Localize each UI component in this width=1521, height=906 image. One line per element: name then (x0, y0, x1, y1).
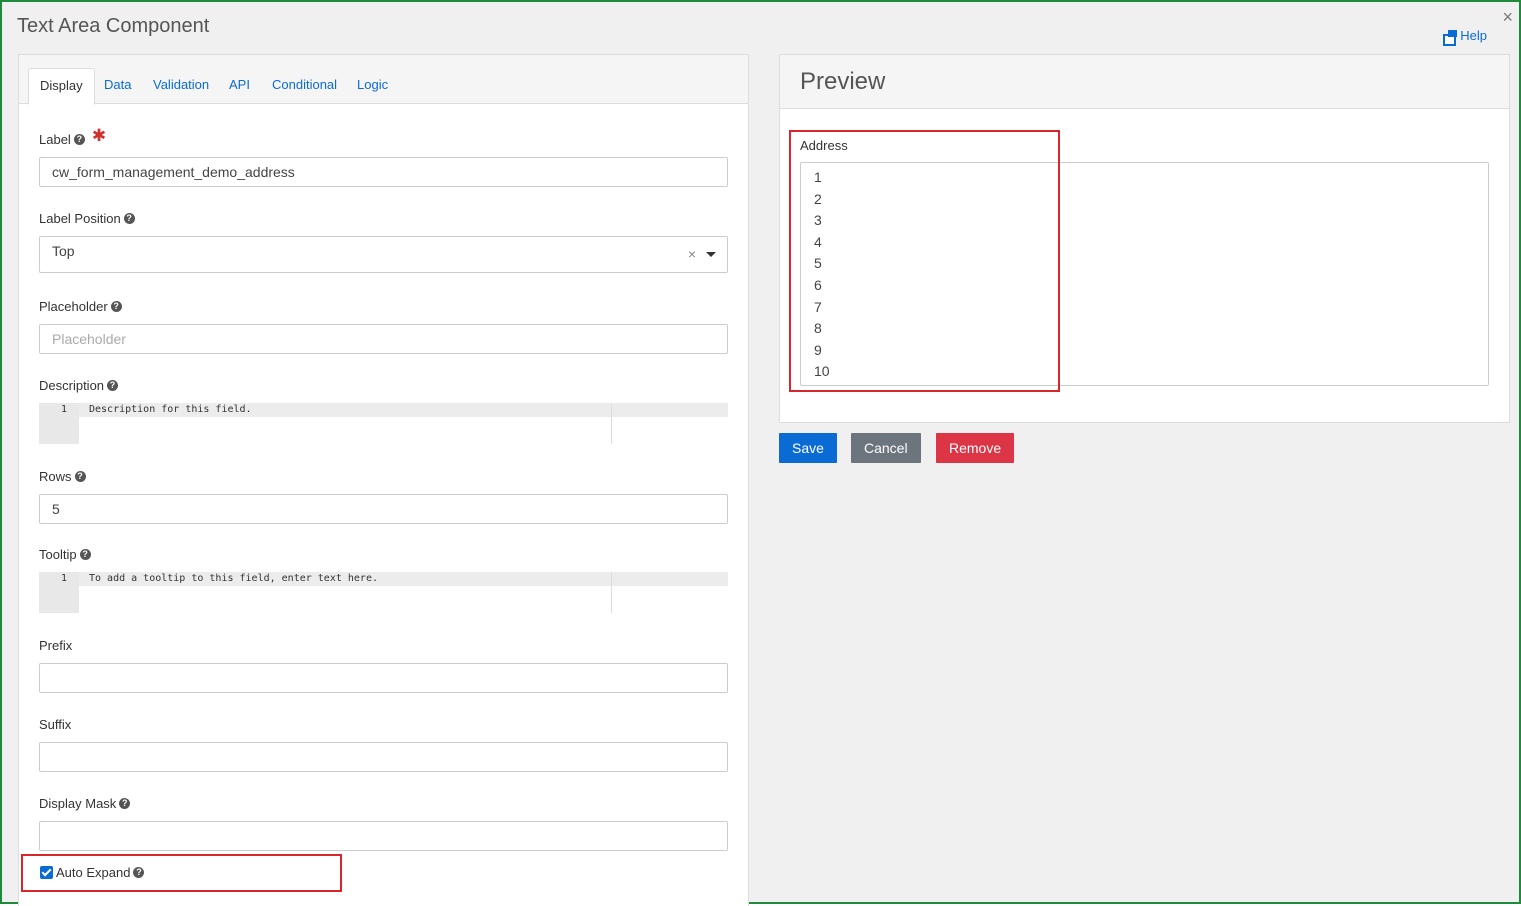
textarea-line: 6 (814, 277, 822, 293)
description-field-label: Description ? (39, 378, 119, 393)
tab-bar: Display Data Validation API Conditional … (19, 55, 748, 105)
display-mask-input[interactable] (39, 821, 728, 851)
external-window-icon (1443, 29, 1458, 46)
address-textarea[interactable]: 1 2 3 4 5 6 7 8 9 10 (800, 162, 1489, 386)
dialog-title: Text Area Component (17, 15, 210, 37)
print-margin (611, 403, 612, 444)
dialog-frame: Text Area Component × Help Display Data … (0, 0, 1521, 906)
textarea-line: 1 (814, 169, 822, 185)
suffix-input[interactable] (39, 742, 728, 772)
auto-expand-label[interactable]: Auto Expand (56, 865, 130, 880)
prefix-input[interactable] (39, 663, 728, 693)
rows-input-value: 5 (52, 501, 60, 517)
tab-data[interactable]: Data (93, 68, 142, 104)
label-position-label-text: Label Position (39, 211, 121, 226)
placeholder-input-placeholder: Placeholder (52, 331, 126, 347)
question-circle-icon[interactable]: ? (73, 133, 85, 145)
question-circle-icon[interactable]: ? (133, 867, 145, 878)
description-editor[interactable]: 1 Description for this field. (39, 403, 728, 444)
preview-title: Preview (800, 68, 886, 95)
caret-down-icon[interactable] (706, 252, 716, 257)
suffix-label-text: Suffix (39, 717, 72, 732)
auto-expand-checkbox[interactable] (40, 866, 53, 879)
required-icon: ✱ (91, 126, 107, 145)
prefix-label-text: Prefix (39, 638, 73, 653)
display-mask-label-text: Display Mask (39, 796, 117, 811)
tooltip-field-label: Tooltip ? (39, 547, 91, 562)
textarea-line: 9 (814, 342, 822, 358)
label-input-value: cw_form_management_demo_address (52, 164, 295, 180)
tab-validation[interactable]: Validation (142, 68, 220, 104)
question-circle-icon[interactable]: ? (119, 798, 131, 809)
textarea-line: 7 (814, 299, 822, 315)
question-circle-icon[interactable]: ? (110, 301, 122, 312)
textarea-line: 3 (814, 212, 822, 228)
close-icon[interactable]: × (1502, 8, 1513, 26)
rows-input[interactable]: 5 (39, 494, 728, 524)
line-number: 1 (60, 404, 67, 415)
line-gutter: 1 (39, 403, 79, 444)
textarea-line: 10 (814, 363, 830, 379)
question-circle-icon[interactable]: ? (123, 213, 135, 224)
textarea-line: 4 (814, 234, 822, 250)
rows-field-label: Rows ? (39, 469, 86, 484)
rows-label-text: Rows (39, 469, 72, 484)
display-mask-field-label: Display Mask ? (39, 796, 131, 811)
tab-api[interactable]: API (218, 68, 261, 104)
address-label: Address (800, 138, 848, 153)
tooltip-code-text: To add a tooltip to this field, enter te… (89, 573, 378, 584)
preview-header: Preview (780, 55, 1509, 109)
label-label-text: Label (39, 131, 71, 147)
label-input[interactable]: cw_form_management_demo_address (39, 157, 728, 187)
help-label: Help (1460, 28, 1487, 43)
textarea-line: 8 (814, 320, 822, 336)
placeholder-label-text: Placeholder (39, 299, 108, 314)
suffix-field-label: Suffix (39, 717, 71, 732)
clear-icon[interactable]: × (688, 246, 696, 262)
label-position-value: Top (52, 243, 75, 259)
cancel-button[interactable]: Cancel (851, 433, 921, 463)
label-field-label: Label ? ✱ (39, 126, 107, 149)
save-button[interactable]: Save (779, 433, 837, 463)
print-margin (611, 572, 612, 613)
question-circle-icon[interactable]: ? (74, 471, 86, 482)
help-link[interactable]: Help (1443, 28, 1487, 46)
remove-button[interactable]: Remove (936, 433, 1015, 463)
tooltip-label-text: Tooltip (39, 547, 77, 562)
description-label-text: Description (39, 378, 105, 393)
label-position-field-label: Label Position ? (39, 211, 135, 226)
tab-conditional[interactable]: Conditional (261, 68, 348, 104)
preview-panel: Preview Address 1 2 3 4 5 6 7 8 9 10 (779, 54, 1510, 423)
textarea-line: 2 (814, 191, 822, 207)
question-circle-icon[interactable]: ? (79, 549, 91, 560)
placeholder-input[interactable]: Placeholder (39, 324, 728, 354)
auto-expand-row: Auto Expand ? (40, 865, 145, 880)
label-position-select[interactable]: Top × (39, 236, 728, 273)
tab-display[interactable]: Display (28, 68, 95, 105)
textarea-line: 5 (814, 255, 822, 271)
line-gutter: 1 (39, 572, 79, 613)
line-number: 1 (60, 573, 67, 584)
tooltip-editor[interactable]: 1 To add a tooltip to this field, enter … (39, 572, 728, 613)
settings-panel: Display Data Validation API Conditional … (18, 54, 749, 906)
tab-logic[interactable]: Logic (346, 68, 399, 104)
question-circle-icon[interactable]: ? (107, 380, 119, 391)
placeholder-field-label: Placeholder ? (39, 299, 122, 314)
prefix-field-label: Prefix (39, 638, 72, 653)
description-code-text: Description for this field. (89, 404, 252, 415)
